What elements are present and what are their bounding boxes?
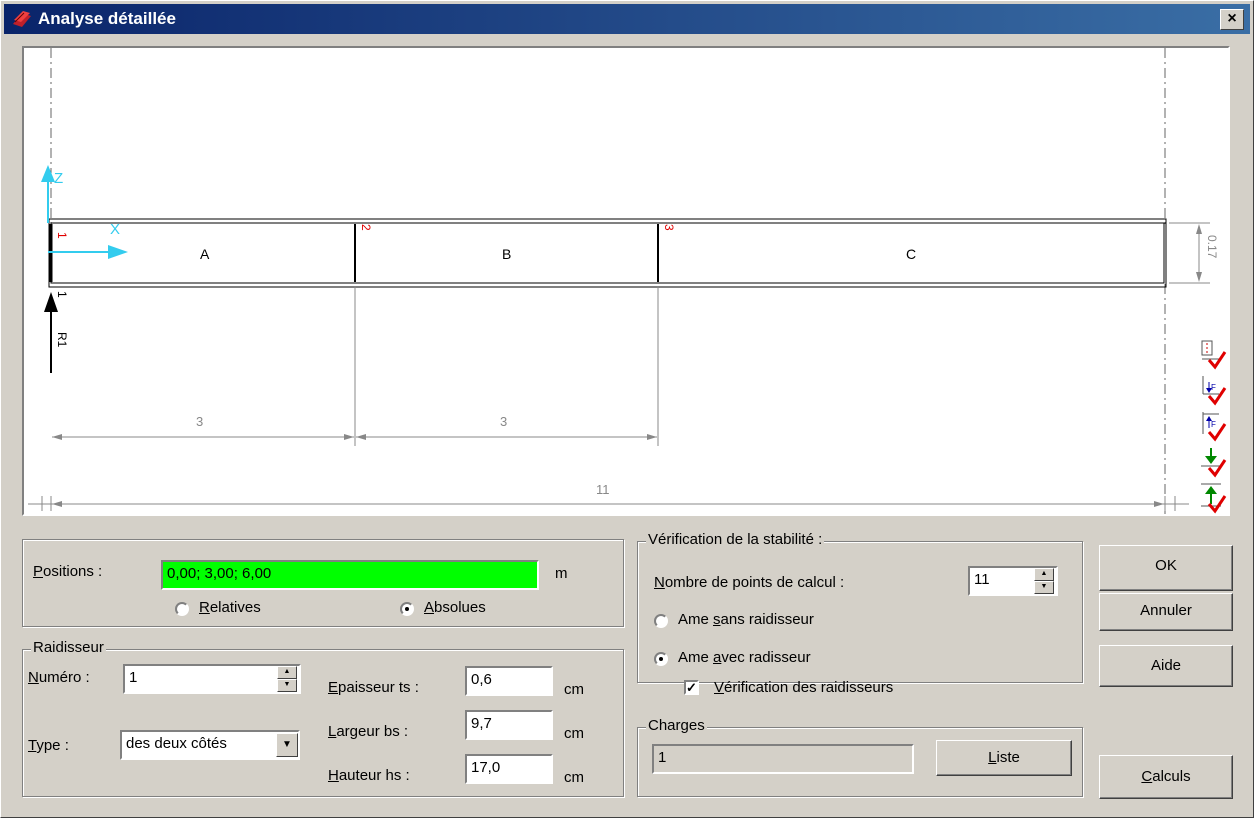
- span-dim-label-2: 3: [500, 414, 507, 429]
- beam-outer: [48, 218, 1167, 288]
- stabilite-group: Vérification de la stabilité : Nombre de…: [637, 531, 1083, 696]
- x-axis-label: X: [110, 221, 120, 238]
- radio-relatives-label: Relatives: [199, 599, 261, 616]
- segment-label-b: B: [502, 246, 511, 262]
- epaisseur-unit: cm: [564, 681, 584, 698]
- beam-drawing: A B C 1 2 3 Z X 1 R1 3 3 11 0.17: [28, 48, 1219, 514]
- total-dim-arrow-r: [1154, 501, 1164, 507]
- radio-absolues-label: Absolues: [424, 599, 486, 616]
- charges-legend: Charges: [646, 717, 707, 734]
- annuler-button[interactable]: Annuler: [1099, 593, 1233, 631]
- height-dim-arrow-b: [1196, 272, 1202, 282]
- verif-raidisseurs-label: Vérification des raidisseurs: [714, 679, 894, 696]
- span-dim-arrow-r1: [344, 434, 354, 440]
- radio-ame-avec[interactable]: [654, 652, 668, 666]
- total-dim-label: 11: [596, 482, 610, 497]
- ok-button[interactable]: OK: [1099, 545, 1233, 591]
- app-icon: [13, 11, 31, 27]
- z-axis-arrow-icon: [41, 165, 55, 182]
- node-label-1: 1: [55, 232, 69, 239]
- numero-input[interactable]: 1: [123, 664, 301, 694]
- z-axis-label: Z: [54, 170, 63, 187]
- type-label: Type :: [28, 737, 69, 754]
- epaisseur-input[interactable]: 0,6: [465, 666, 553, 696]
- node-label-2: 2: [359, 224, 373, 231]
- type-select[interactable]: des deux côtés: [120, 730, 300, 760]
- raidisseur-group: Raidisseur Numéro : 1 ▲ ▼ Type : des deu…: [22, 639, 624, 797]
- radio-absolues[interactable]: [400, 602, 414, 616]
- largeur-label: Largeur bs :: [328, 723, 409, 740]
- load-up-check-icon[interactable]: F: [1199, 410, 1227, 442]
- radio-ame-avec-label: Ame avec radisseur: [678, 649, 811, 666]
- largeur-unit: cm: [564, 725, 584, 742]
- height-dim-arrow-t: [1196, 224, 1202, 234]
- hauteur-input[interactable]: 17,0: [465, 754, 553, 784]
- green-arrow-up-check-icon[interactable]: [1199, 480, 1227, 514]
- charges-group: Charges 1 Liste: [637, 717, 1083, 797]
- segment-label-a: A: [200, 246, 210, 262]
- close-icon: ×: [1227, 10, 1237, 27]
- close-button[interactable]: ×: [1220, 9, 1244, 30]
- total-dim-arrow-l: [52, 501, 62, 507]
- beam-drawing-canvas[interactable]: A B C 1 2 3 Z X 1 R1 3 3 11 0.17 F F: [22, 46, 1230, 516]
- spin-up-icon[interactable]: ▲: [277, 666, 297, 679]
- positions-label: Positions :: [33, 563, 103, 580]
- spin-down-icon[interactable]: ▼: [277, 679, 297, 692]
- nb-points-spinner[interactable]: ▲ ▼: [1034, 568, 1054, 594]
- spin-down-icon[interactable]: ▼: [1034, 581, 1054, 594]
- node-label-3: 3: [662, 224, 676, 231]
- green-arrow-down-check-icon[interactable]: [1199, 446, 1227, 478]
- numero-spinner[interactable]: ▲ ▼: [277, 666, 297, 692]
- stabilite-legend: Vérification de la stabilité :: [646, 531, 825, 548]
- dialog-window: Analyse détaillée × A B C 1 2 3 Z X 1 R1…: [0, 0, 1254, 818]
- chevron-down-icon[interactable]: ▼: [276, 733, 298, 757]
- spin-up-icon[interactable]: ▲: [1034, 568, 1054, 581]
- svg-text:F: F: [1211, 420, 1216, 429]
- title-bar[interactable]: Analyse détaillée ×: [4, 4, 1250, 34]
- largeur-input[interactable]: 9,7: [465, 710, 553, 740]
- hauteur-label: Hauteur hs :: [328, 767, 410, 784]
- nb-points-label: Nombre de points de calcul :: [654, 574, 845, 591]
- section-check-icon[interactable]: [1199, 338, 1227, 370]
- beam-inner: [50, 222, 1165, 284]
- verif-raidisseurs-checkbox[interactable]: ✓: [684, 680, 699, 695]
- numero-label: Numéro :: [28, 669, 90, 686]
- segment-label-c: C: [906, 246, 916, 262]
- positions-group: Positions : 0,00; 3,00; 6,00 m Relatives…: [22, 539, 624, 627]
- window-title: Analyse détaillée: [38, 9, 176, 28]
- calculs-button[interactable]: Calculs: [1099, 755, 1233, 799]
- positions-input[interactable]: 0,00; 3,00; 6,00: [161, 560, 539, 590]
- span-dim-label-1: 3: [196, 414, 203, 429]
- aide-button[interactable]: Aide: [1099, 645, 1233, 687]
- support-number: 1: [55, 291, 69, 298]
- height-dim-label: 0.17: [1205, 235, 1219, 259]
- radio-ame-sans-label: Ame sans raidisseur: [678, 611, 814, 628]
- load-down-check-icon[interactable]: F: [1199, 374, 1227, 406]
- x-axis-arrow-icon: [108, 245, 128, 259]
- epaisseur-label: Epaisseur ts :: [328, 679, 419, 696]
- raidisseur-legend: Raidisseur: [31, 639, 106, 656]
- hauteur-unit: cm: [564, 769, 584, 786]
- span-dim-arrow-l1: [52, 434, 62, 440]
- span-dim-arrow-r2: [647, 434, 657, 440]
- positions-unit: m: [555, 565, 568, 582]
- charges-field: 1: [652, 744, 914, 774]
- liste-button[interactable]: Liste: [936, 740, 1072, 776]
- radio-ame-sans[interactable]: [654, 614, 668, 628]
- reaction-label: R1: [55, 332, 69, 348]
- svg-text:F: F: [1211, 383, 1216, 392]
- radio-relatives[interactable]: [175, 602, 189, 616]
- span-dim-arrow-l2: [356, 434, 366, 440]
